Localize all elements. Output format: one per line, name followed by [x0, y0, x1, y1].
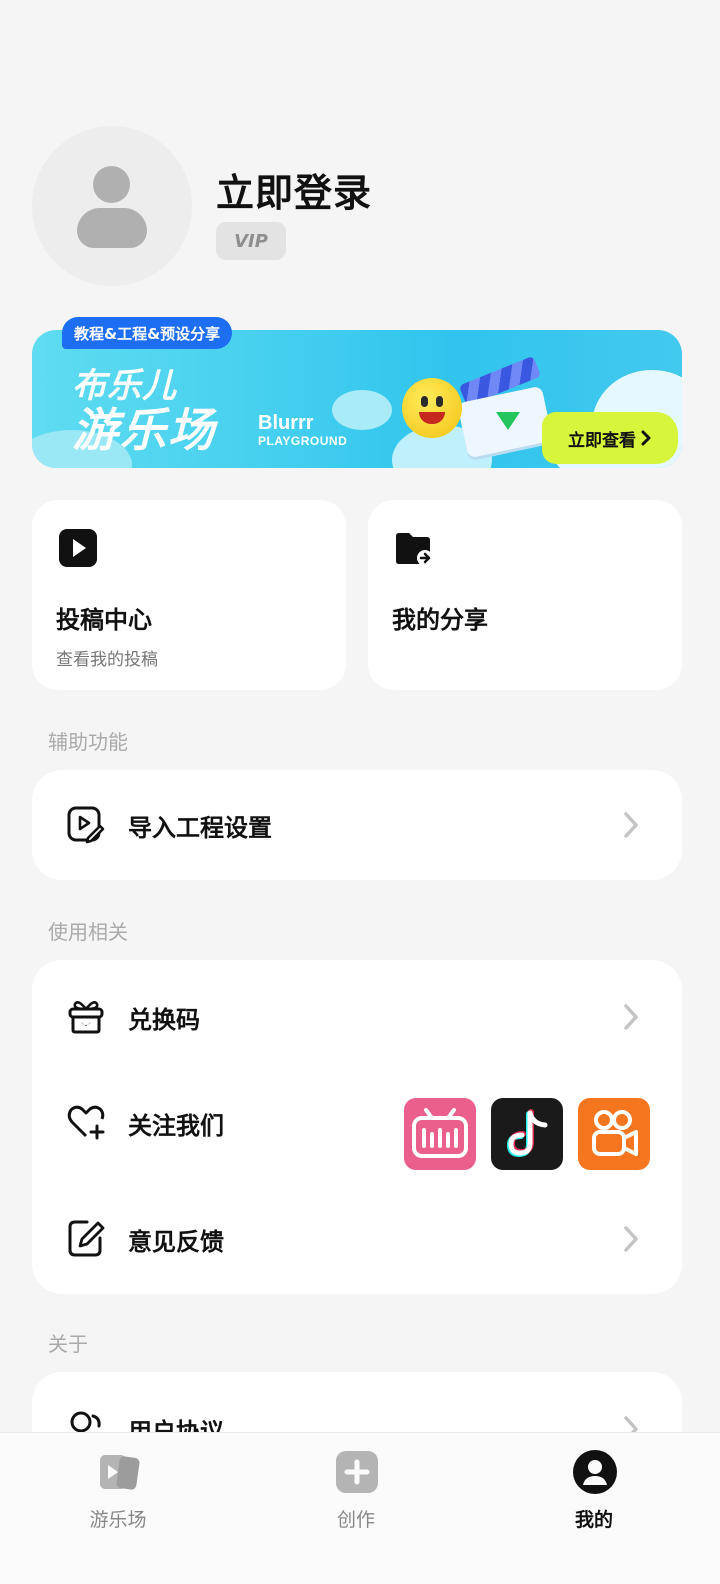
assist-list: 导入工程设置	[32, 770, 682, 880]
banner-brand: Blurrr	[258, 412, 314, 434]
follow-us-row: 关注我们	[32, 1078, 682, 1170]
card-title: 我的分享	[392, 606, 488, 634]
create-plus-icon	[336, 1451, 378, 1493]
cloud-decoration	[332, 390, 392, 430]
tab-label: 我的	[574, 1509, 613, 1531]
gift-icon	[68, 1001, 104, 1034]
card-title: 投稿中心	[56, 606, 152, 634]
smiley-icon	[402, 378, 462, 438]
usage-list: 兑换码 关注我们 意见反馈	[32, 960, 682, 1294]
import-project-settings-row[interactable]: 导入工程设置	[32, 780, 682, 870]
redeem-code-row[interactable]: 兑换码	[32, 972, 682, 1062]
profile-icon	[573, 1450, 617, 1494]
bilibili-icon[interactable]	[404, 1098, 476, 1170]
row-label: 关注我们	[128, 1112, 224, 1140]
row-label: 导入工程设置	[128, 814, 272, 842]
avatar-head	[93, 166, 130, 203]
kuaishou-icon[interactable]	[578, 1098, 650, 1170]
banner-brand-sub: PLAYGROUND	[258, 434, 348, 448]
feedback-row[interactable]: 意见反馈	[32, 1194, 682, 1284]
avatar[interactable]	[32, 126, 192, 286]
submission-center-card[interactable]: 投稿中心 查看我的投稿	[32, 500, 346, 690]
chevron-right-icon	[624, 1004, 638, 1030]
section-label-assist: 辅助功能	[48, 730, 128, 754]
row-label: 兑换码	[128, 1006, 200, 1034]
chevron-right-icon	[624, 812, 638, 838]
vip-badge[interactable]: VIP	[216, 222, 286, 260]
banner-title-line2: 游乐场	[72, 403, 216, 457]
bottom-tab-bar: 游乐场 创作 我的	[0, 1432, 720, 1584]
banner-view-now-button[interactable]: 立即查看	[542, 412, 678, 464]
card-subtitle: 查看我的投稿	[56, 650, 158, 670]
chevron-right-icon	[641, 430, 651, 446]
tab-mine[interactable]: 我的	[514, 1433, 674, 1584]
profile-header[interactable]: 立即登录 VIP	[32, 126, 688, 286]
tab-create[interactable]: 创作	[276, 1433, 436, 1584]
douyin-icon[interactable]	[491, 1098, 563, 1170]
tab-label: 创作	[336, 1509, 375, 1531]
playground-banner[interactable]: 布乐儿 游乐场 Blurrr PLAYGROUND 立即查看	[32, 330, 682, 468]
folder-share-icon	[396, 533, 433, 566]
tab-playground[interactable]: 游乐场	[38, 1433, 198, 1584]
playground-icon	[100, 1455, 140, 1490]
import-project-icon	[67, 806, 105, 844]
row-label: 意见反馈	[128, 1228, 224, 1256]
tab-label: 游乐场	[89, 1509, 147, 1531]
clapperboard-icon	[452, 355, 553, 459]
heart-plus-icon	[67, 1105, 105, 1140]
banner-cta-label: 立即查看	[568, 430, 636, 451]
avatar-body	[77, 208, 147, 248]
login-title[interactable]: 立即登录	[216, 162, 372, 217]
play-square-icon	[59, 529, 97, 567]
banner-tag: 教程&工程&预设分享	[62, 317, 233, 349]
feedback-edit-icon	[68, 1220, 105, 1257]
section-label-about: 关于	[48, 1332, 88, 1356]
my-share-card[interactable]: 我的分享	[368, 500, 682, 690]
section-label-usage: 使用相关	[48, 920, 128, 944]
chevron-right-icon	[624, 1226, 638, 1252]
